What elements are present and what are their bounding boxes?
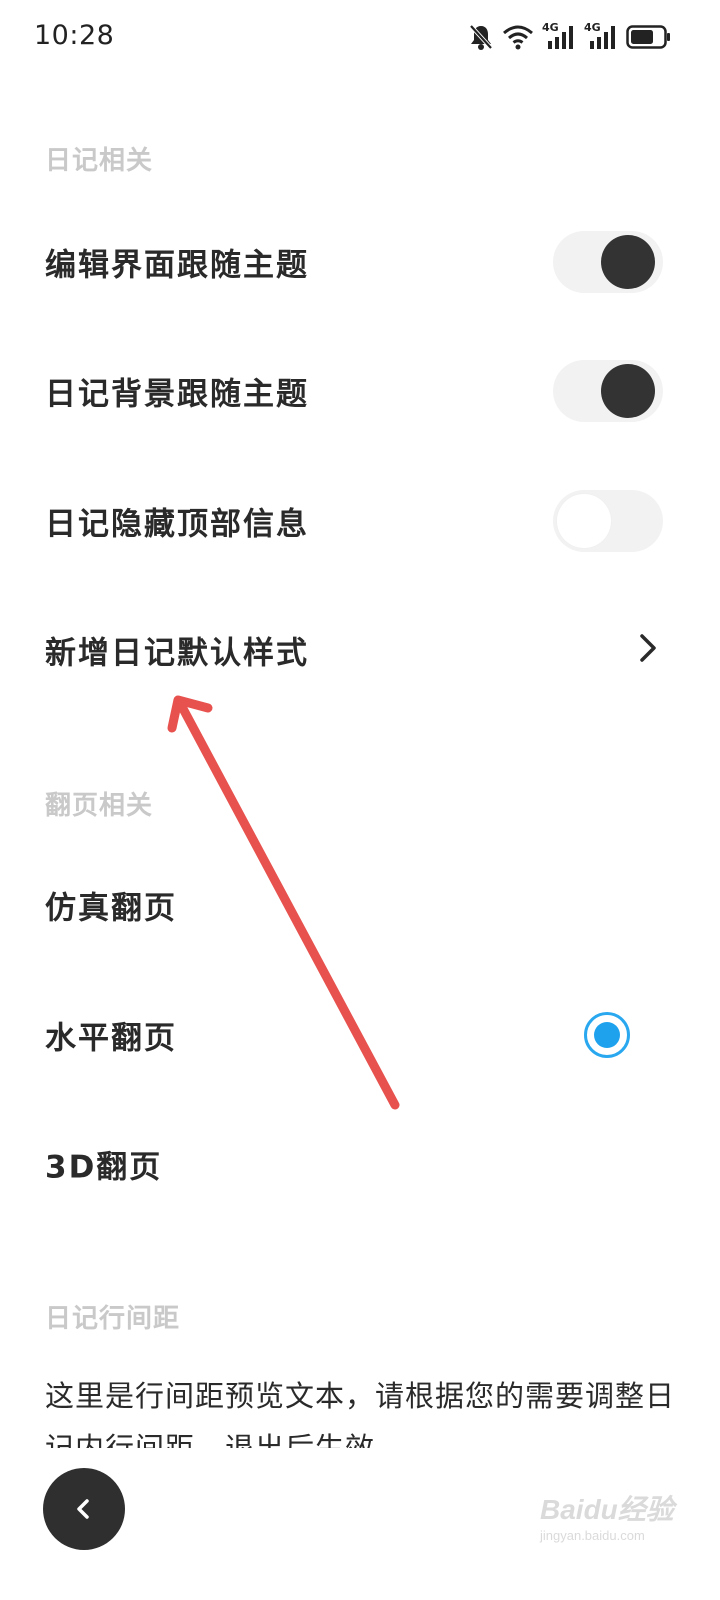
setting-row-edit-follow-theme[interactable]: 编辑界面跟随主题 xyxy=(0,212,720,312)
watermark: Baidu经验 jingyan.baidu.com xyxy=(540,1488,700,1558)
setting-label: 日记背景跟随主题 xyxy=(45,376,309,413)
chevron-right-icon xyxy=(636,632,660,668)
setting-row-background-follow-theme[interactable]: 日记背景跟随主题 xyxy=(0,341,720,441)
watermark-main: Baidu经验 xyxy=(540,1494,674,1525)
battery-icon xyxy=(626,24,672,50)
wifi-icon xyxy=(502,24,534,50)
radio-selected[interactable] xyxy=(584,1012,630,1058)
radio-row-simulation[interactable]: 仿真翻页 xyxy=(0,855,720,955)
setting-row-hide-top-info[interactable]: 日记隐藏顶部信息 xyxy=(0,471,720,571)
option-label: 3D翻页 xyxy=(45,1149,163,1186)
setting-label: 编辑界面跟随主题 xyxy=(45,247,309,284)
setting-label: 日记隐藏顶部信息 xyxy=(45,506,309,543)
section-header-diary: 日记相关 xyxy=(45,146,154,176)
status-icons: 4G 4G xyxy=(468,21,672,52)
option-label: 仿真翻页 xyxy=(45,890,177,927)
option-label: 水平翻页 xyxy=(45,1020,177,1057)
toggle-knob xyxy=(601,235,655,289)
toggle-knob xyxy=(601,364,655,418)
radio-dot xyxy=(594,1022,620,1048)
setting-row-default-style[interactable]: 新增日记默认样式 xyxy=(0,600,720,700)
signal-4g-icon: 4G xyxy=(542,21,576,51)
toggle-switch[interactable] xyxy=(553,360,663,422)
back-button[interactable] xyxy=(43,1468,125,1550)
toggle-knob xyxy=(557,494,611,548)
radio-row-horizontal[interactable]: 水平翻页 xyxy=(0,985,720,1085)
toggle-switch[interactable] xyxy=(553,231,663,293)
status-time: 10:28 xyxy=(34,20,115,51)
toggle-switch[interactable] xyxy=(553,490,663,552)
setting-label: 新增日记默认样式 xyxy=(45,635,309,672)
line-spacing-preview-text: 这里是行间距预览文本，请根据您的需要调整日记内行间距，退出后生效 xyxy=(45,1379,675,1448)
radio-row-3d[interactable]: 3D翻页 xyxy=(0,1114,720,1214)
watermark-sub: jingyan.baidu.com xyxy=(540,1528,645,1543)
section-header-line-spacing: 日记行间距 xyxy=(45,1304,181,1334)
signal-4g-icon: 4G xyxy=(584,21,618,51)
bell-muted-icon xyxy=(468,23,494,51)
section-header-page-turn: 翻页相关 xyxy=(45,791,154,821)
status-bar: 10:28 4G 4G xyxy=(0,0,720,78)
